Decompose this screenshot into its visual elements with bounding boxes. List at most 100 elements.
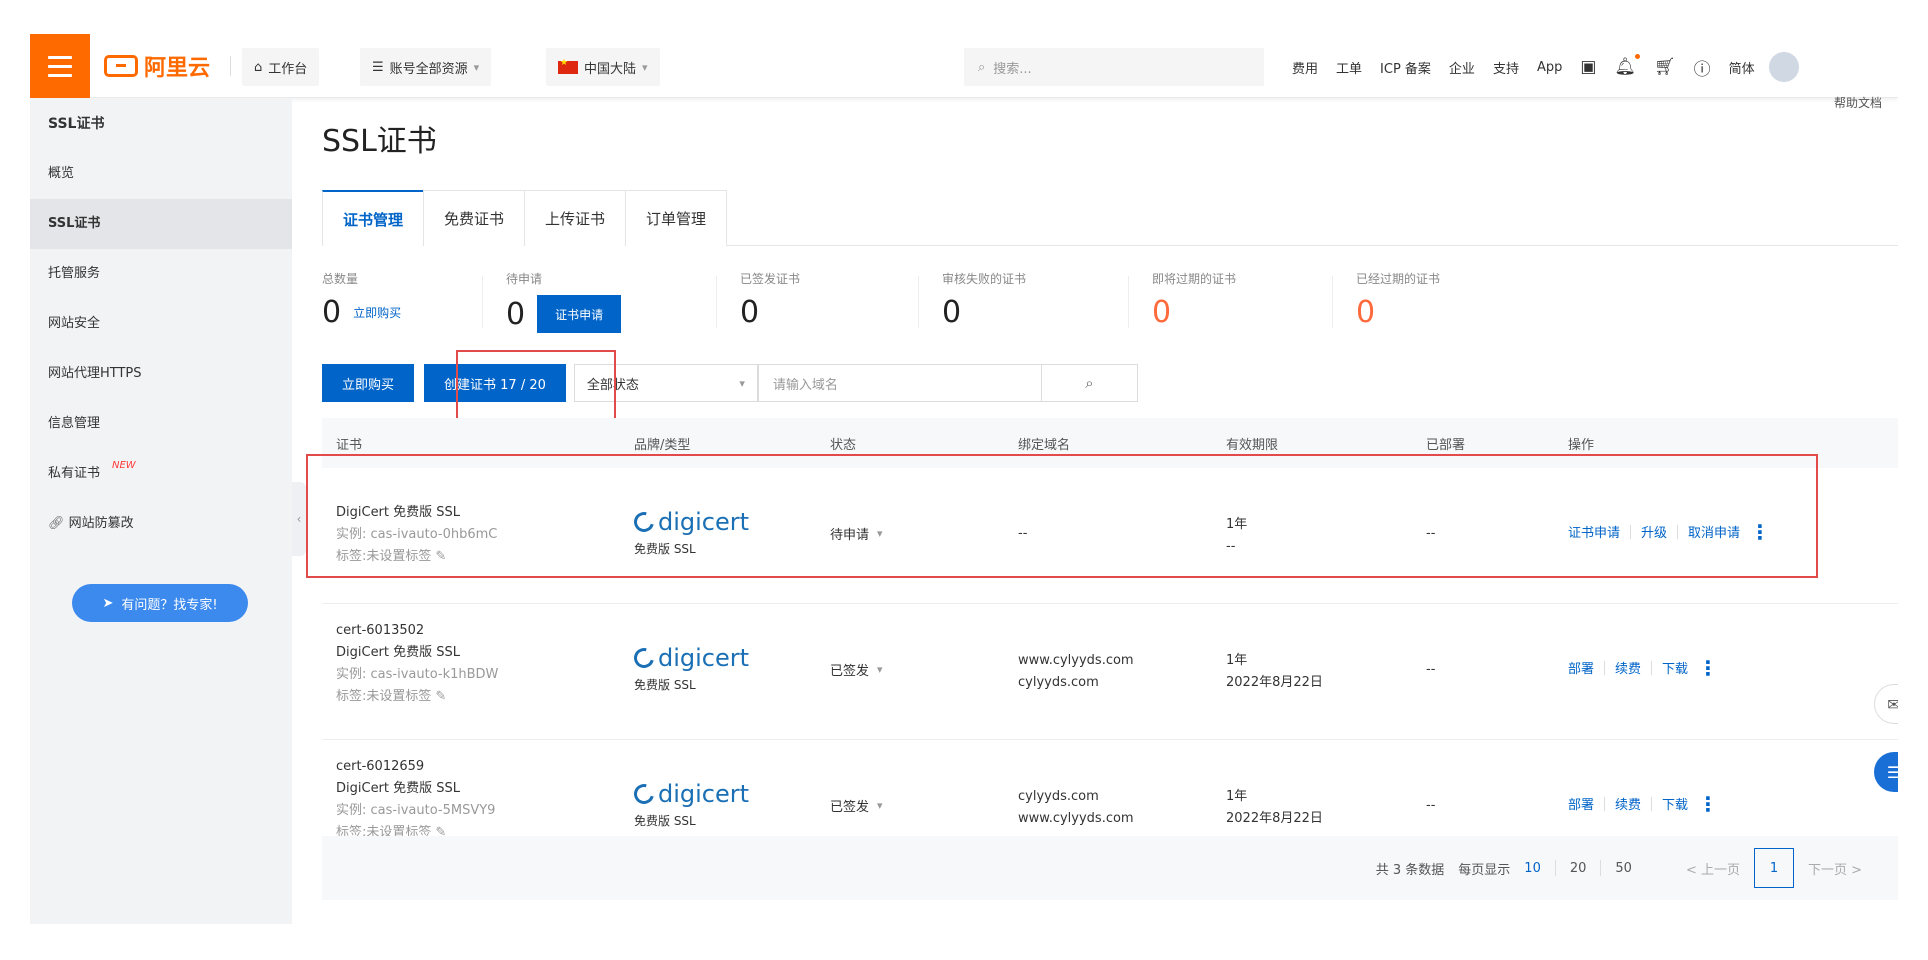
nav-enterprise[interactable]: 企业 — [1449, 58, 1475, 77]
nav-billing[interactable]: 费用 — [1292, 58, 1318, 77]
terminal-icon[interactable]: ▣ — [1580, 57, 1596, 77]
workbench-label: 工作台 — [268, 61, 308, 77]
stat-label: 总数量 — [322, 272, 359, 286]
validity-cell: 1年 2022年8月22日 — [1226, 650, 1323, 694]
apply-cert-button[interactable]: 证书申请 — [537, 295, 622, 333]
stat-value-row: 0 — [942, 295, 1026, 330]
ask-expert-button[interactable]: ➤ 有问题？找专家! — [72, 584, 248, 622]
buy-now-button[interactable]: 立即购买 — [322, 364, 415, 402]
list-icon: ☰ — [372, 59, 384, 75]
prev-page-button[interactable]: < 上一页 — [1686, 859, 1740, 878]
nav-icp[interactable]: ICP 备案 — [1380, 58, 1431, 77]
top-nav: 费用 工单 ICP 备案 企业 支持 App ▣ 🔔︎ 🛒︎ ⓘ 简体 — [1292, 48, 1799, 86]
search-placeholder: 搜索... — [993, 61, 1032, 77]
cert-info: cert-6013502 DigiCert 免费版 SSL 实例: cas-iv… — [336, 620, 498, 708]
bell-icon[interactable]: 🔔︎ — [1614, 54, 1641, 77]
stat-value: 0 — [1356, 295, 1376, 330]
nav-support[interactable]: 支持 — [1493, 58, 1519, 77]
nav-tickets[interactable]: 工单 — [1336, 58, 1362, 77]
download-link[interactable]: 下载 — [1662, 658, 1688, 677]
region-selector[interactable]: 中国大陆 ▾ — [546, 48, 660, 86]
send-icon: ➤ — [102, 595, 114, 611]
resource-selector[interactable]: ☰ 账号全部资源 ▾ — [360, 48, 492, 86]
sidebar-item-ssl-certs[interactable]: SSL证书 — [30, 199, 292, 249]
domain-item: www.cylyyds.com — [1018, 811, 1134, 826]
search-button[interactable]: ⌕ — [1041, 364, 1138, 402]
stat-label: 已经过期的证书 — [1356, 272, 1441, 286]
tab-free-certs[interactable]: 免费证书 — [423, 190, 526, 246]
more-vertical-icon[interactable]: ⋮ — [1698, 794, 1718, 814]
actions-cell: 部署 续费 下载 ⋮ — [1568, 658, 1718, 678]
sidebar-item-anti-tamper[interactable]: 🔗︎ 网站防篡改 — [30, 499, 292, 549]
domain-placeholder: 请输入域名 — [772, 377, 838, 393]
divider — [1604, 660, 1606, 675]
highlight-pending-row — [306, 454, 1818, 578]
validity-date: 2022年8月22日 — [1226, 811, 1323, 826]
col-validity: 有效期限 — [1226, 438, 1279, 453]
tab-cert-management[interactable]: 证书管理 — [322, 190, 425, 246]
stat-label: 审核失败的证书 — [942, 272, 1027, 286]
download-link[interactable]: 下载 — [1662, 794, 1688, 813]
help-docs-link[interactable]: 帮助文档 — [1834, 94, 1882, 111]
cert-tags[interactable]: 标签:未设置标签 ✎ — [336, 686, 498, 708]
divider — [1128, 276, 1129, 328]
more-vertical-icon[interactable]: ⋮ — [1698, 658, 1718, 678]
cert-instance[interactable]: 实例: cas-ivauto-k1hBDW — [336, 664, 498, 686]
sidebar-collapse-handle[interactable]: ‹ — [292, 482, 306, 556]
avatar[interactable] — [1768, 52, 1799, 82]
stat-value: 0 — [1152, 295, 1172, 330]
cart-icon[interactable]: 🛒︎ — [1654, 57, 1676, 77]
deploy-link[interactable]: 部署 — [1568, 794, 1594, 813]
renew-link[interactable]: 续费 — [1615, 658, 1641, 677]
page-size-50[interactable]: 50 — [1615, 861, 1632, 876]
next-page-button[interactable]: 下一页 > — [1808, 859, 1862, 878]
stat-value: 0 — [740, 295, 760, 330]
brand-type: 免费版 SSL — [634, 814, 696, 828]
sidebar-item-managed-service[interactable]: 托管服务 — [30, 249, 292, 299]
workbench-button[interactable]: ⌂ 工作台 — [242, 48, 320, 86]
page-title: SSL证书 — [322, 124, 437, 159]
divider — [716, 276, 717, 328]
help-icon[interactable]: ⓘ — [1694, 55, 1711, 80]
sidebar-item-label: 私有证书 — [48, 466, 101, 481]
nav-app[interactable]: App — [1537, 60, 1562, 75]
current-page[interactable]: 1 — [1753, 848, 1794, 888]
renew-link[interactable]: 续费 — [1615, 794, 1641, 813]
status-dropdown[interactable]: 已签发 ▾ — [830, 796, 883, 815]
sidebar-item-private-certs[interactable]: 私有证书 NEW — [30, 449, 292, 499]
cert-info: cert-6012659 DigiCert 免费版 SSL 实例: cas-iv… — [336, 756, 495, 844]
language-switch[interactable]: 简体 — [1729, 58, 1755, 77]
tab-orders[interactable]: 订单管理 — [625, 190, 728, 246]
buy-now-link[interactable]: 立即购买 — [353, 304, 401, 321]
col-brand: 品牌/类型 — [634, 438, 691, 453]
brand-cell: digicert 免费版 SSL — [630, 644, 749, 693]
cert-instance[interactable]: 实例: cas-ivauto-5MSVY9 — [336, 800, 495, 822]
divider — [482, 276, 483, 328]
chevron-down-icon: ▾ — [877, 799, 883, 812]
stat-value-row: 0 — [1356, 295, 1440, 330]
stat-value-row: 0 — [740, 295, 800, 330]
sidebar: SSL证书 概览 SSL证书 托管服务 网站安全 网站代理HTTPS 信息管理 … — [30, 99, 292, 924]
domain-search-input[interactable]: 请输入域名 — [757, 364, 1042, 402]
sidebar-item-https-proxy[interactable]: 网站代理HTTPS — [30, 349, 292, 399]
app-window: 阿里云 ⌂ 工作台 ☰ 账号全部资源 ▾ 中国大陆 ▾ ⌕ 搜索... 费用 工… — [30, 34, 1898, 924]
sidebar-item-info-management[interactable]: 信息管理 — [30, 399, 292, 449]
page-size-20[interactable]: 20 — [1570, 861, 1587, 876]
table-row: cert-6013502 DigiCert 免费版 SSL 实例: cas-iv… — [322, 604, 1898, 740]
sidebar-item-label: 网站防篡改 — [68, 516, 134, 531]
tab-upload-cert[interactable]: 上传证书 — [524, 190, 627, 246]
domain-search-group: 请输入域名 ⌕ — [757, 364, 1138, 402]
page-size-10[interactable]: 10 — [1524, 861, 1541, 876]
status-dropdown[interactable]: 已签发 ▾ — [830, 660, 883, 679]
global-search[interactable]: ⌕ 搜索... — [964, 48, 1264, 86]
divider — [1600, 860, 1602, 876]
menu-icon[interactable] — [30, 34, 90, 98]
brand-name: 阿里云 — [144, 56, 211, 81]
aliyun-logo[interactable]: 阿里云 — [104, 48, 210, 84]
sidebar-item-site-security[interactable]: 网站安全 — [30, 299, 292, 349]
sidebar-item-label: 信息管理 — [48, 416, 101, 431]
sidebar-item-overview[interactable]: 概览 — [30, 149, 292, 199]
stat-label: 即将过期的证书 — [1152, 272, 1237, 286]
divider — [1651, 660, 1653, 675]
deploy-link[interactable]: 部署 — [1568, 658, 1594, 677]
